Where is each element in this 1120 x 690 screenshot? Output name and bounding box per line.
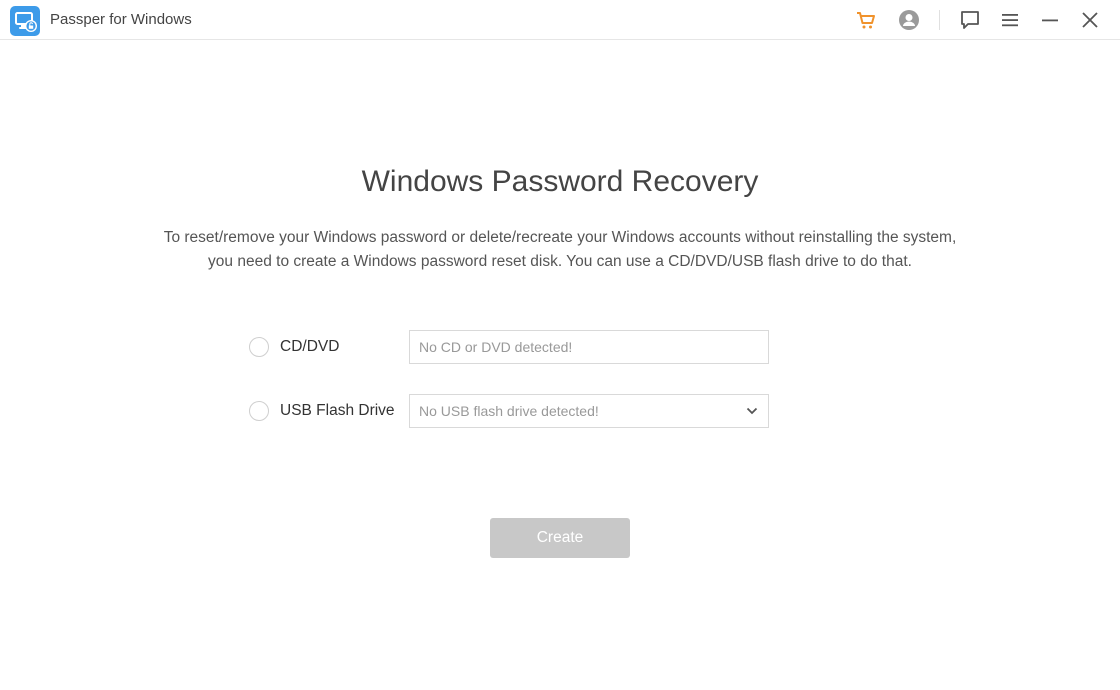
usb-flash-drive-radio[interactable] <box>249 401 269 421</box>
title-bar: Passper for Windows <box>0 0 1120 40</box>
description: To reset/remove your Windows password or… <box>0 226 1120 274</box>
cd-dvd-radio[interactable] <box>249 337 269 357</box>
usb-drive-dropdown-text: No USB flash drive detected! <box>419 403 599 419</box>
monitor-lock-icon <box>10 6 40 36</box>
description-line-2: you need to create a Windows password re… <box>208 253 912 270</box>
app-title: Passper for Windows <box>50 11 192 28</box>
minimize-icon[interactable] <box>1038 8 1062 32</box>
cart-icon[interactable] <box>854 8 878 32</box>
cd-dvd-field[interactable]: No CD or DVD detected! <box>409 330 769 364</box>
create-button[interactable]: Create <box>490 518 630 558</box>
page-title: Windows Password Recovery <box>361 165 759 198</box>
cd-dvd-field-text: No CD or DVD detected! <box>419 339 573 355</box>
menu-icon[interactable] <box>998 8 1022 32</box>
cd-dvd-label[interactable]: CD/DVD <box>280 338 339 356</box>
titlebar-divider <box>939 10 940 30</box>
close-icon[interactable] <box>1078 8 1102 32</box>
feedback-icon[interactable] <box>958 8 982 32</box>
usb-drive-dropdown[interactable]: No USB flash drive detected! <box>409 394 769 428</box>
chevron-down-icon <box>746 407 758 415</box>
account-icon[interactable] <box>897 8 921 32</box>
usb-flash-drive-label[interactable]: USB Flash Drive <box>280 402 395 420</box>
description-line-1: To reset/remove your Windows password or… <box>163 229 957 246</box>
